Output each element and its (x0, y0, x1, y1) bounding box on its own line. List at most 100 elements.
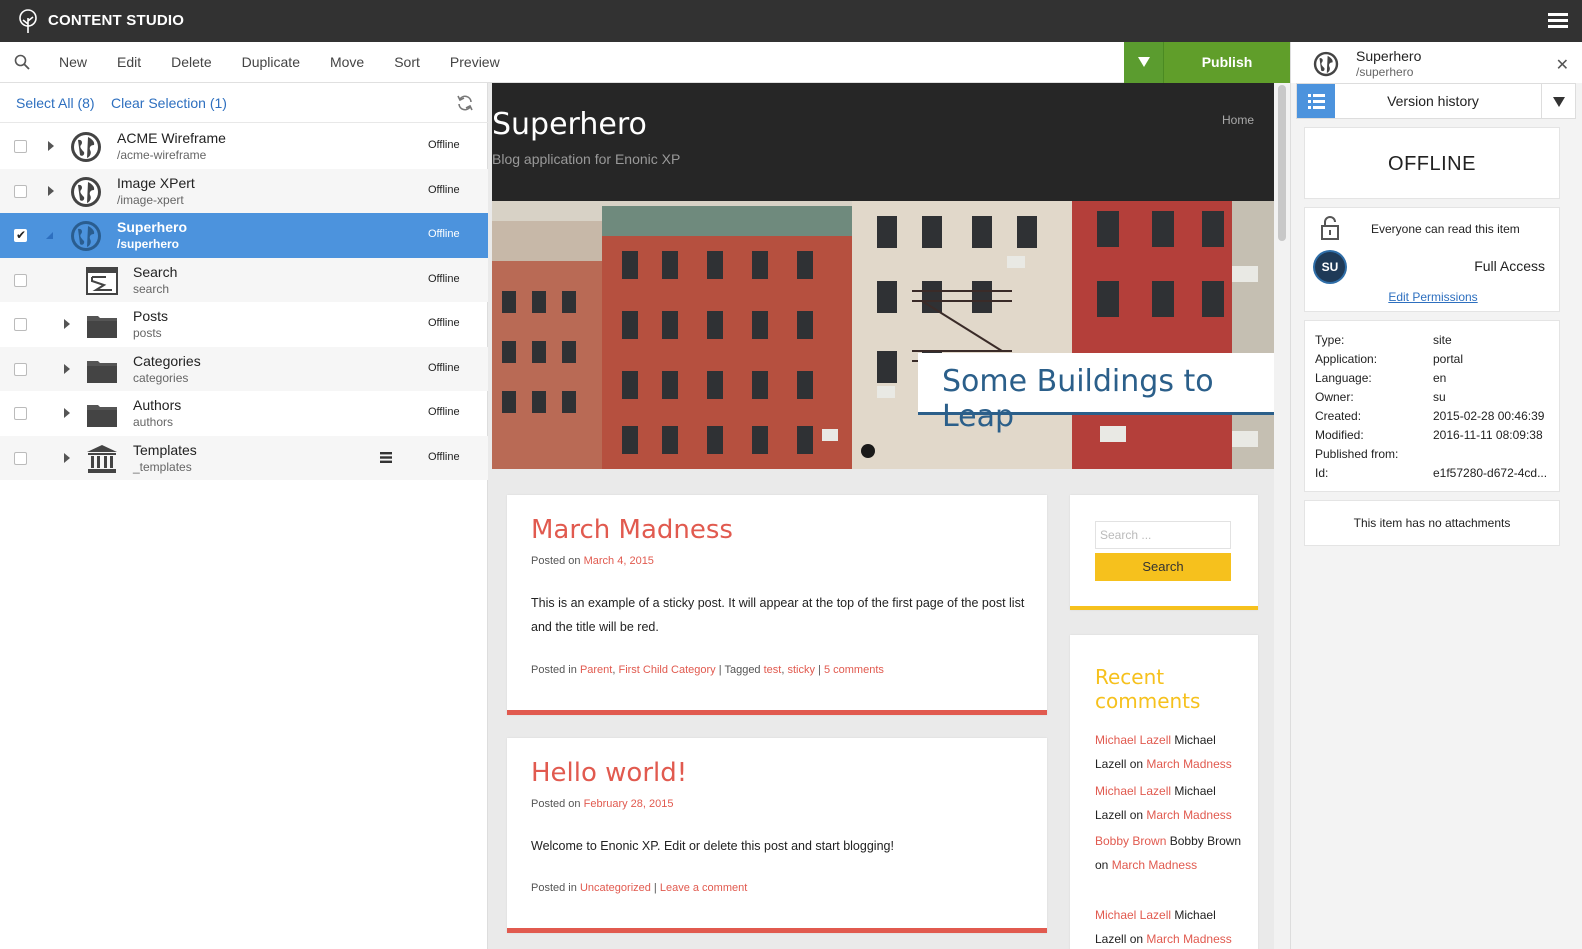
status-label: Offline (428, 228, 460, 240)
row-path: categories (133, 370, 189, 385)
prop-value: su (1433, 390, 1446, 404)
expand-arrow-icon[interactable] (62, 452, 72, 464)
post-title[interactable]: Hello world! (531, 758, 687, 788)
prop-label: Application: (1315, 352, 1378, 366)
home-link[interactable]: Home (1222, 113, 1254, 127)
widget-selector[interactable]: Version history (1296, 83, 1576, 119)
folder-icon (87, 360, 117, 383)
search-icon[interactable] (14, 54, 30, 70)
tag-link[interactable]: sticky (787, 664, 815, 676)
expand-arrow-icon[interactable] (46, 140, 56, 152)
scrollbar-thumb[interactable] (1278, 85, 1286, 241)
row-checkbox[interactable] (14, 184, 27, 198)
attachments-card: This item has no attachments (1304, 500, 1560, 546)
clear-selection-link[interactable]: Clear Selection (1) (111, 95, 227, 111)
expand-arrow-icon[interactable] (62, 363, 72, 375)
row-checkbox[interactable] (14, 140, 27, 153)
comment-author-link[interactable]: Michael Lazell (1095, 784, 1171, 798)
category-link[interactable]: First Child Category (618, 664, 715, 676)
tree-row-search[interactable]: Search search Offline (0, 257, 488, 302)
status-card: OFFLINE (1304, 127, 1560, 199)
tree-logo-icon[interactable] (14, 8, 42, 34)
comment-post-link[interactable]: March Madness (1146, 757, 1231, 771)
move-button[interactable]: Move (315, 42, 379, 82)
post-date-link[interactable]: February 28, 2015 (584, 798, 674, 810)
comment-author-link[interactable]: Bobby Brown (1095, 834, 1166, 848)
sort-button[interactable]: Sort (379, 42, 435, 82)
site-tagline: Blog application for Enonic XP (492, 151, 681, 167)
expand-arrow-icon[interactable] (62, 318, 72, 330)
prop-label: Type: (1315, 333, 1345, 347)
row-checkbox[interactable] (14, 407, 27, 420)
row-checkbox[interactable] (14, 451, 27, 465)
row-checkbox[interactable]: ✔ (14, 228, 27, 242)
preview-button[interactable]: Preview (435, 42, 515, 82)
category-link[interactable]: Parent (580, 664, 612, 676)
globe-icon (71, 176, 101, 207)
status-label: Offline (428, 183, 460, 196)
widget-selector-label: Version history (1387, 93, 1479, 109)
edit-button[interactable]: Edit (102, 42, 156, 82)
row-name: Posts (133, 308, 169, 324)
row-checkbox[interactable] (14, 273, 27, 287)
comments-link[interactable]: Leave a comment (660, 882, 747, 894)
lock-icon (1321, 216, 1339, 240)
post-meta: Posted on March 4, 2015 (531, 555, 654, 567)
duplicate-button[interactable]: Duplicate (227, 42, 315, 82)
blog-search-input[interactable]: Search ... (1095, 521, 1231, 549)
category-link[interactable]: Uncategorized (580, 882, 651, 894)
prop-value: en (1433, 371, 1447, 385)
site-name: Superhero (492, 107, 647, 142)
post-footer: Posted in Parent, First Child Category |… (531, 664, 884, 676)
chevron-down-icon[interactable] (1541, 84, 1575, 118)
status-label: Offline (428, 450, 460, 463)
comment-item: Michael Lazell Michael Lazell on March M… (1095, 728, 1245, 776)
comment-author-link[interactable]: Michael Lazell (1095, 733, 1171, 747)
search-widget: Search ... Search (1070, 495, 1258, 610)
status-label: Offline (428, 406, 460, 418)
details-panel: Superhero /superhero ✕ Version history O… (1290, 42, 1582, 949)
select-all-link[interactable]: Select All (8) (16, 95, 95, 111)
new-button[interactable]: New (44, 42, 102, 82)
tree-row-acme-wireframe[interactable]: ACME Wireframe /acme-wireframe Offline (0, 124, 488, 169)
preview-scrollbar[interactable] (1274, 83, 1290, 949)
tree-row-image-xpert[interactable]: Image XPert /image-xpert Offline (0, 168, 488, 213)
details-name: Superhero (1356, 48, 1422, 64)
post-footer: Posted in Uncategorized | Leave a commen… (531, 882, 748, 894)
prop-label: Created: (1315, 409, 1362, 423)
tree-row-templates[interactable]: Templates _templates Offline (0, 435, 488, 480)
hero-caption: Some Buildings to Leap (918, 353, 1274, 434)
row-checkbox[interactable] (14, 362, 27, 376)
post-excerpt: This is an example of a sticky post. It … (531, 596, 1025, 634)
menu-lines-icon[interactable] (380, 451, 392, 463)
status-label: Offline (428, 317, 460, 329)
publish-button[interactable]: Publish (1164, 42, 1290, 83)
tree-row-superhero[interactable]: ✔ Superhero /superhero Offline (0, 213, 488, 258)
expand-arrow-icon[interactable] (62, 407, 72, 419)
tree-row-categories[interactable]: Categories categories Offline (0, 346, 488, 391)
tag-link[interactable]: test (764, 664, 782, 676)
blog-search-button[interactable]: Search (1095, 553, 1231, 581)
comments-link[interactable]: 5 comments (824, 664, 884, 676)
tree-row-authors[interactable]: Authors authors Offline (0, 391, 488, 436)
list-icon[interactable] (1297, 84, 1335, 118)
comment-post-link[interactable]: March Madness (1112, 858, 1197, 872)
hamburger-icon[interactable] (1548, 13, 1568, 29)
expand-arrow-icon[interactable] (46, 185, 56, 197)
publish-menu-button[interactable] (1124, 42, 1164, 83)
posted-in-label: Posted in (531, 882, 577, 894)
collapse-arrow-icon[interactable] (44, 229, 54, 241)
delete-button[interactable]: Delete (156, 42, 226, 82)
carousel-dot[interactable] (861, 444, 875, 458)
comment-post-link[interactable]: March Madness (1146, 932, 1231, 946)
post-date-link[interactable]: March 4, 2015 (584, 555, 654, 567)
tree-row-posts[interactable]: Posts posts Offline (0, 302, 488, 347)
edit-permissions-link[interactable]: Edit Permissions (1305, 290, 1561, 304)
row-path: posts (133, 326, 162, 340)
post-title[interactable]: March Madness (531, 515, 733, 545)
row-checkbox[interactable] (14, 318, 27, 331)
close-icon[interactable]: ✕ (1556, 55, 1569, 75)
refresh-icon[interactable] (456, 94, 474, 112)
comment-author-link[interactable]: Michael Lazell (1095, 908, 1171, 922)
comment-post-link[interactable]: March Madness (1146, 808, 1231, 822)
